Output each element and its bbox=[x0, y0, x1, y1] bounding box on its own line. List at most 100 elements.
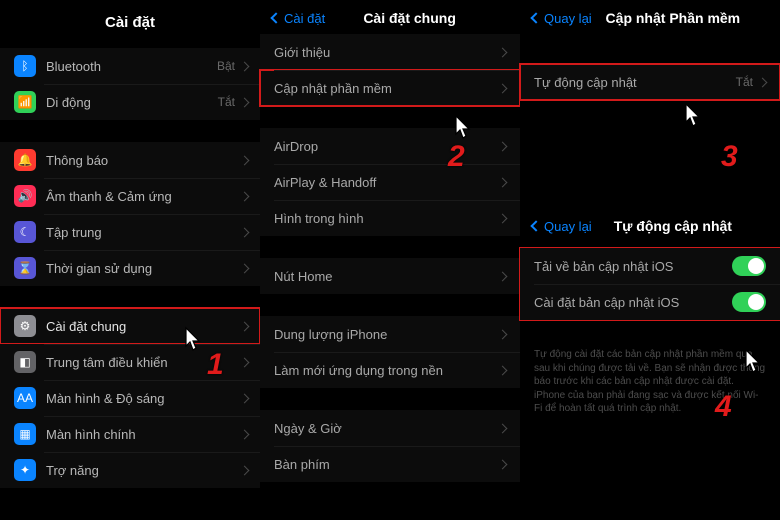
chevron-right-icon bbox=[240, 227, 250, 237]
chevron-right-icon bbox=[498, 177, 508, 187]
chevron-right-icon bbox=[498, 141, 508, 151]
row-pip[interactable]: Hình trong hình bbox=[260, 200, 520, 236]
footer-note: Tự động cài đặt các bản cập nhật phần mề… bbox=[520, 342, 780, 416]
chevron-right-icon bbox=[240, 321, 250, 331]
row-label: Tập trung bbox=[46, 225, 241, 240]
gear-icon: ⚙ bbox=[14, 315, 36, 337]
software-update-pane: Quay lại Cập nhật Phần mềm Tự động cập n… bbox=[520, 0, 780, 100]
row-auto-update[interactable]: Tự động cập nhật Tắt bbox=[520, 64, 780, 100]
row-label: Giới thiệu bbox=[274, 45, 499, 60]
row-background-refresh[interactable]: Làm mới ứng dụng trong nền bbox=[260, 352, 520, 388]
chevron-right-icon bbox=[240, 191, 250, 201]
nav-header: Quay lại Tự động cập nhật bbox=[520, 208, 780, 242]
accessibility-icon: ✦ bbox=[14, 459, 36, 481]
row-focus[interactable]: ☾ Tập trung bbox=[0, 214, 260, 250]
display-icon: AA bbox=[14, 387, 36, 409]
sound-icon: 🔊 bbox=[14, 185, 36, 207]
row-date-time[interactable]: Ngày & Giờ bbox=[260, 410, 520, 446]
bluetooth-icon: ᛒ bbox=[14, 55, 36, 77]
nav-header: Cài đặt Cài đặt chung bbox=[260, 0, 520, 34]
right-stack: Quay lại Cập nhật Phần mềm Tự động cập n… bbox=[520, 0, 780, 520]
chevron-right-icon bbox=[498, 47, 508, 57]
page-title: Cài đặt chung bbox=[311, 10, 508, 26]
row-label: Di động bbox=[46, 95, 218, 110]
nav-header: Quay lại Cập nhật Phần mềm bbox=[520, 0, 780, 34]
home-icon: ▦ bbox=[14, 423, 36, 445]
step-number-1: 1 bbox=[207, 348, 224, 382]
page-title: Tự động cập nhật bbox=[578, 218, 768, 234]
page-title: Cài đặt bbox=[105, 14, 155, 31]
row-general[interactable]: ⚙ Cài đặt chung bbox=[0, 308, 260, 344]
step-number-3: 3 bbox=[721, 140, 738, 174]
settings-group-general: ⚙ Cài đặt chung ◧ Trung tâm điều khiển A… bbox=[0, 308, 260, 488]
chevron-left-icon bbox=[270, 12, 281, 23]
chevron-right-icon bbox=[498, 271, 508, 281]
settings-group-notifications: 🔔 Thông báo 🔊 Âm thanh & Cảm ứng ☾ Tập t… bbox=[0, 142, 260, 286]
row-label: Bluetooth bbox=[46, 59, 217, 74]
row-value: Bật bbox=[217, 59, 235, 73]
row-notifications[interactable]: 🔔 Thông báo bbox=[0, 142, 260, 178]
row-about[interactable]: Giới thiệu bbox=[260, 34, 520, 70]
row-keyboard[interactable]: Bàn phím bbox=[260, 446, 520, 482]
chevron-right-icon bbox=[240, 393, 250, 403]
settings-group-connectivity: ᛒ Bluetooth Bật 📶 Di động Tắt bbox=[0, 48, 260, 120]
chevron-right-icon bbox=[240, 61, 250, 71]
settings-root-pane: Cài đặt ᛒ Bluetooth Bật 📶 Di động Tắt 🔔 … bbox=[0, 0, 260, 520]
row-label: AirDrop bbox=[274, 139, 499, 154]
row-value: Tắt bbox=[736, 75, 753, 89]
row-label: Nút Home bbox=[274, 269, 499, 284]
row-label: Làm mới ứng dụng trong nền bbox=[274, 363, 499, 378]
row-iphone-storage[interactable]: Dung lượng iPhone bbox=[260, 316, 520, 352]
row-home-screen[interactable]: ▦ Màn hình chính bbox=[0, 416, 260, 452]
cellular-icon: 📶 bbox=[14, 91, 36, 113]
row-screentime[interactable]: ⌛ Thời gian sử dụng bbox=[0, 250, 260, 286]
chevron-left-icon bbox=[530, 12, 541, 23]
chevron-right-icon bbox=[240, 357, 250, 367]
auto-update-pane: Quay lại Tự động cập nhật Tải về bản cập… bbox=[520, 208, 780, 416]
toggle-on-icon[interactable] bbox=[732, 256, 766, 276]
page-title: Cập nhật Phần mềm bbox=[578, 10, 768, 26]
row-label: Thời gian sử dụng bbox=[46, 261, 241, 276]
bell-icon: 🔔 bbox=[14, 149, 36, 171]
row-software-update[interactable]: Cập nhật phần mềm bbox=[260, 70, 520, 106]
control-center-icon: ◧ bbox=[14, 351, 36, 373]
step-number-2: 2 bbox=[448, 140, 465, 174]
row-label: Cài đặt chung bbox=[46, 319, 241, 334]
row-accessibility[interactable]: ✦ Trợ năng bbox=[0, 452, 260, 488]
row-airplay[interactable]: AirPlay & Handoff bbox=[260, 164, 520, 200]
chevron-right-icon bbox=[498, 423, 508, 433]
row-label: Thông báo bbox=[46, 153, 241, 168]
hourglass-icon: ⌛ bbox=[14, 257, 36, 279]
chevron-right-icon bbox=[498, 365, 508, 375]
chevron-right-icon bbox=[498, 329, 508, 339]
row-bluetooth[interactable]: ᛒ Bluetooth Bật bbox=[0, 48, 260, 84]
row-cellular[interactable]: 📶 Di động Tắt bbox=[0, 84, 260, 120]
row-download-ios-updates[interactable]: Tải về bản cập nhật iOS bbox=[520, 248, 780, 284]
chevron-right-icon bbox=[498, 459, 508, 469]
chevron-right-icon bbox=[240, 465, 250, 475]
chevron-right-icon bbox=[240, 429, 250, 439]
row-home-button[interactable]: Nút Home bbox=[260, 258, 520, 294]
row-label: Trợ năng bbox=[46, 463, 241, 478]
chevron-right-icon bbox=[240, 155, 250, 165]
row-label: Cập nhật phần mềm bbox=[274, 81, 499, 96]
row-label: Cài đặt bản cập nhật iOS bbox=[534, 295, 732, 310]
row-sounds[interactable]: 🔊 Âm thanh & Cảm ứng bbox=[0, 178, 260, 214]
moon-icon: ☾ bbox=[14, 221, 36, 243]
chevron-right-icon bbox=[498, 83, 508, 93]
row-label: Tải về bản cập nhật iOS bbox=[534, 259, 732, 274]
chevron-right-icon bbox=[240, 263, 250, 273]
chevron-right-icon bbox=[758, 77, 768, 87]
row-airdrop[interactable]: AirDrop bbox=[260, 128, 520, 164]
toggle-on-icon[interactable] bbox=[732, 292, 766, 312]
general-pane: Cài đặt Cài đặt chung Giới thiệu Cập nhậ… bbox=[260, 0, 520, 520]
row-install-ios-updates[interactable]: Cài đặt bản cập nhật iOS bbox=[520, 284, 780, 320]
row-label: Màn hình & Độ sáng bbox=[46, 391, 241, 406]
row-label: AirPlay & Handoff bbox=[274, 175, 499, 190]
row-label: Dung lượng iPhone bbox=[274, 327, 499, 342]
chevron-right-icon bbox=[240, 97, 250, 107]
row-display[interactable]: AA Màn hình & Độ sáng bbox=[0, 380, 260, 416]
chevron-right-icon bbox=[498, 213, 508, 223]
step-number-4: 4 bbox=[715, 390, 732, 424]
row-label: Tự động cập nhật bbox=[534, 75, 736, 90]
